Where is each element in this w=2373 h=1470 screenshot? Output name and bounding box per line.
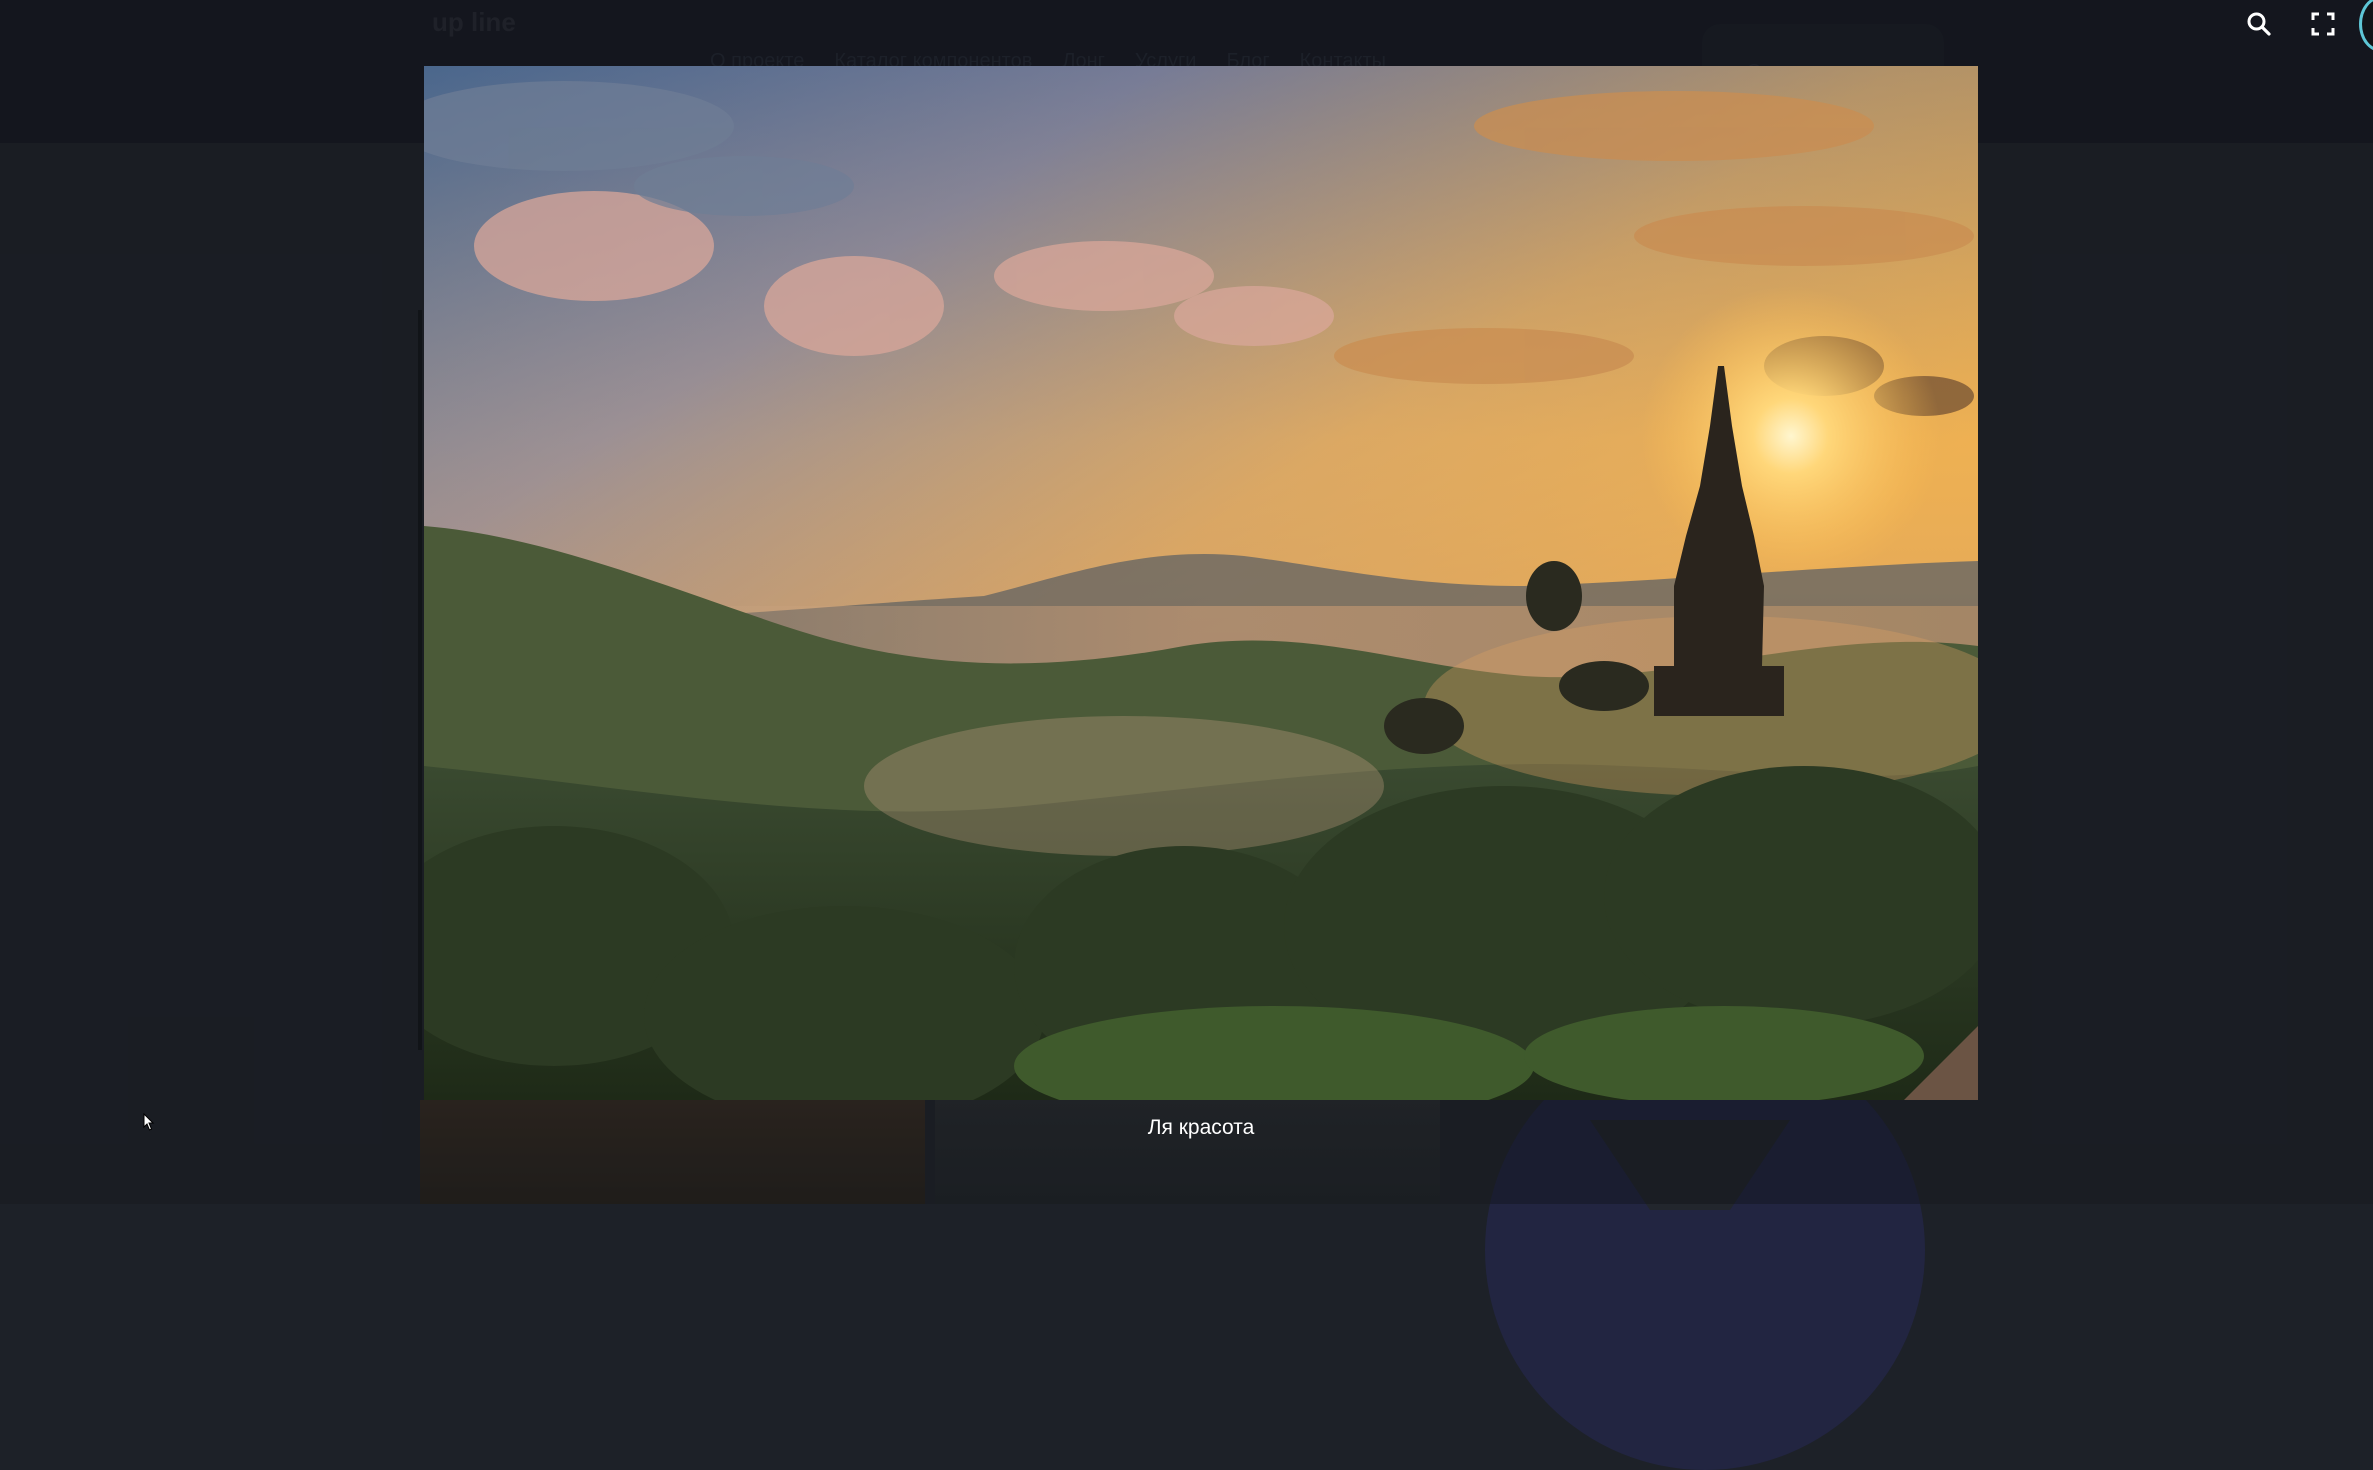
- mouse-cursor-icon: [143, 1113, 155, 1131]
- search-button[interactable]: [2227, 0, 2291, 48]
- close-icon: [2359, 0, 2373, 52]
- image-caption: Ля красота: [1147, 1116, 1255, 1139]
- close-button[interactable]: [2355, 0, 2373, 52]
- fullscreen-button[interactable]: [2291, 0, 2355, 48]
- lightbox-overlay[interactable]: Ля красота: [0, 0, 2373, 1204]
- lightbox-toolbar: [2227, 0, 2373, 52]
- search-icon: [2247, 12, 2271, 36]
- lightbox-image[interactable]: [424, 66, 1978, 1100]
- fullscreen-icon: [2311, 12, 2335, 36]
